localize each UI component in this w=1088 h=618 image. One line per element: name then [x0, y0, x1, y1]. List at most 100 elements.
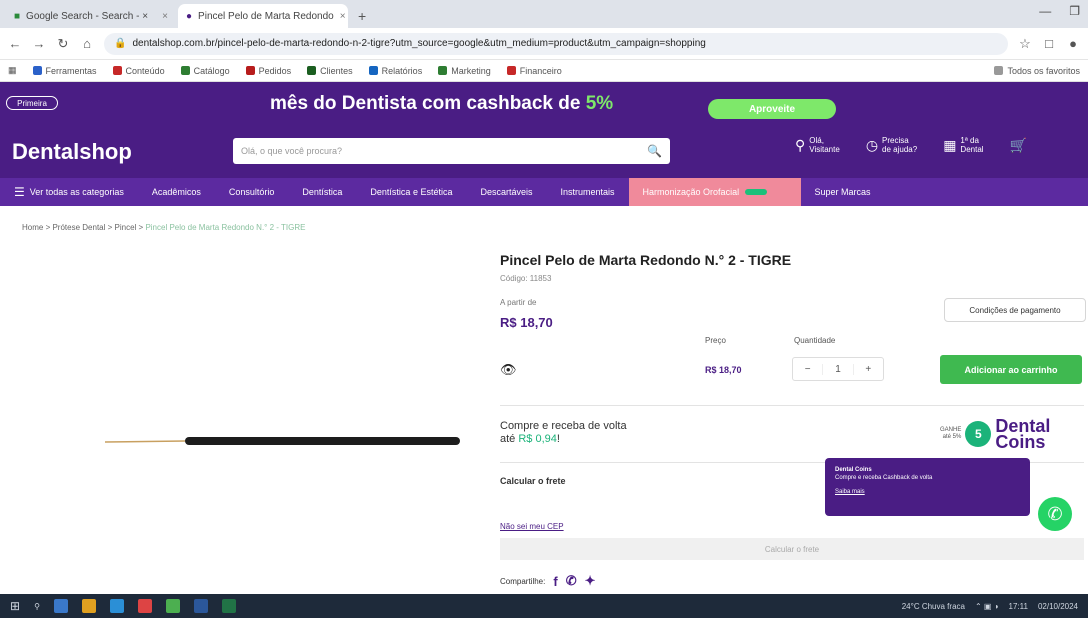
- address-input[interactable]: 🔒 dentalshop.com.br/pincel-pelo-de-marta…: [104, 32, 1008, 55]
- apps-icon[interactable]: ▦: [8, 65, 17, 76]
- menu-icon: ☰: [14, 185, 25, 199]
- cashback-line2: até: [500, 433, 516, 445]
- new-tab-button[interactable]: +: [350, 4, 374, 28]
- clock-time[interactable]: 17:11: [1009, 602, 1028, 611]
- bookmark-item[interactable]: Pedidos: [245, 66, 291, 76]
- dental-coins-popup[interactable]: Dental Coins Compre e receba Cashback de…: [825, 458, 1030, 516]
- coins-word2: Coins: [995, 432, 1046, 452]
- calculate-shipping-button[interactable]: Calcular o frete: [500, 538, 1084, 560]
- help-line1: Precisa: [882, 136, 909, 145]
- network-icon[interactable]: ⌃ ▣ ◑: [975, 602, 999, 611]
- bookmarks-bar: ▦ Ferramentas Conteúdo Catálogo Pedidos …: [0, 60, 1088, 82]
- promo-cta-button[interactable]: Aproveite: [708, 99, 836, 119]
- whatsapp-float-icon[interactable]: ✆: [1038, 497, 1072, 531]
- bookmark-item[interactable]: Financeiro: [506, 65, 562, 76]
- browser-tab-active[interactable]: ● Pincel Pelo de Marta Redondo ×: [178, 4, 348, 28]
- category-nav: ☰ Ver todas as categorias Acadêmicos Cons…: [0, 178, 1088, 206]
- weather-widget[interactable]: 24°C Chuva fraca: [902, 602, 965, 611]
- browser-tab[interactable]: ■ Google Search - Search - × ×: [6, 4, 176, 28]
- quantity-value[interactable]: 1: [822, 363, 854, 375]
- twitter-icon[interactable]: ✦: [585, 573, 596, 589]
- divider: [500, 405, 1084, 406]
- all-bookmarks[interactable]: Todos os favoritos: [994, 66, 1080, 76]
- home-icon[interactable]: ⌂: [80, 36, 94, 51]
- lock-icon: 🔒: [114, 38, 127, 49]
- minimize-icon[interactable]: —: [1039, 4, 1051, 18]
- edge-icon[interactable]: [109, 599, 124, 613]
- whatsapp-share-icon[interactable]: ✆: [566, 573, 577, 589]
- payment-conditions-button[interactable]: Condições de pagamento: [944, 298, 1086, 322]
- cart-link[interactable]: 🛒: [1010, 136, 1027, 154]
- promo-percent: 5%: [585, 93, 614, 114]
- coins-caption-line1: GANHE: [940, 427, 962, 433]
- breadcrumb: Home > Prótese Dental > Pincel > Pincel …: [22, 223, 306, 232]
- search-icon[interactable]: 🔍: [647, 144, 662, 158]
- cashback-info: Compre e receba de volta até R$ 0,94!: [500, 420, 627, 445]
- search-placeholder: Olá, o que você procura?: [241, 146, 343, 156]
- category-item[interactable]: Consultório: [215, 178, 289, 206]
- app-icon[interactable]: [137, 599, 152, 613]
- taskview-icon[interactable]: [53, 599, 68, 613]
- quantity-stepper[interactable]: − 1 +: [792, 357, 884, 381]
- cep-link[interactable]: Não sei meu CEP: [500, 522, 564, 531]
- breadcrumb-link[interactable]: Prótese Dental: [52, 223, 105, 232]
- windows-start-icon[interactable]: ⊞: [10, 599, 20, 613]
- facebook-icon[interactable]: f: [553, 574, 557, 589]
- from-label: A partir de: [500, 298, 537, 307]
- explorer-icon[interactable]: [81, 599, 96, 613]
- product-price: R$ 18,70: [500, 315, 553, 330]
- search-input[interactable]: Olá, o que você procura? 🔍: [233, 138, 670, 164]
- close-tab-icon[interactable]: ×: [340, 11, 346, 22]
- store-link[interactable]: ▦ 1ª da Dental: [943, 136, 983, 154]
- word-icon[interactable]: [193, 599, 208, 613]
- reload-icon[interactable]: ↻: [56, 36, 70, 52]
- account-line2: Visitante: [809, 145, 840, 154]
- share-label: Compartilhe:: [500, 576, 546, 586]
- bookmark-item[interactable]: Relatórios: [368, 66, 422, 76]
- eye-icon[interactable]: 👁: [500, 362, 517, 378]
- search-icon[interactable]: ⚲: [34, 602, 40, 611]
- bookmark-item[interactable]: Conteúdo: [112, 66, 165, 76]
- header-actions: ⚲ Olá, Visitante ◷ Precisa de ajuda? ▦ 1ª …: [795, 136, 1027, 154]
- category-item[interactable]: Descartáveis: [466, 178, 546, 206]
- excel-icon[interactable]: [221, 599, 236, 613]
- bookmark-label: Todos os favoritos: [1007, 65, 1080, 76]
- category-all[interactable]: ☰ Ver todas as categorias: [0, 178, 138, 206]
- breadcrumb-link[interactable]: Home: [22, 223, 43, 232]
- category-item[interactable]: Instrumentais: [547, 178, 629, 206]
- bookmark-item[interactable]: Marketing: [438, 66, 491, 76]
- product-image[interactable]: [105, 434, 460, 448]
- category-item-highlight[interactable]: Harmonização Orofacial: [628, 178, 801, 206]
- close-tab-icon[interactable]: ×: [162, 11, 168, 22]
- coins-caption-line2: até 5%: [942, 434, 962, 440]
- profile-icon[interactable]: ●: [1066, 36, 1080, 51]
- clock-date[interactable]: 02/10/2024: [1038, 602, 1078, 611]
- promo-banner[interactable]: Primeira mês do Dentista com cashback de…: [0, 82, 1088, 126]
- bookmark-label: Marketing: [451, 65, 491, 76]
- help-link[interactable]: ◷ Precisa de ajuda?: [866, 136, 917, 154]
- help-line2: de ajuda?: [882, 145, 918, 154]
- chrome-icon[interactable]: [165, 599, 180, 613]
- decrement-button[interactable]: −: [793, 364, 822, 375]
- bookmark-label: Financeiro: [519, 65, 562, 76]
- category-item[interactable]: Super Marcas: [801, 178, 885, 206]
- forward-icon[interactable]: →: [32, 36, 46, 51]
- breadcrumb-link[interactable]: Pincel: [115, 223, 137, 232]
- category-item[interactable]: Acadêmicos: [138, 178, 215, 206]
- coins-wordmark: Dental Coins: [995, 417, 1050, 452]
- site-logo[interactable]: Dentalshop: [12, 139, 232, 165]
- bookmark-item[interactable]: Ferramentas: [32, 66, 97, 76]
- account-link[interactable]: ⚲ Olá, Visitante: [795, 136, 840, 154]
- category-label: Super Marcas: [814, 187, 871, 197]
- increment-button[interactable]: +: [854, 364, 883, 375]
- maximize-icon[interactable]: ❐: [1069, 4, 1080, 18]
- back-icon[interactable]: ←: [8, 36, 22, 51]
- extensions-icon[interactable]: □: [1042, 36, 1056, 51]
- bookmark-item[interactable]: Clientes: [307, 66, 353, 76]
- add-to-cart-button[interactable]: Adicionar ao carrinho: [940, 355, 1082, 384]
- category-item[interactable]: Dentística e Estética: [356, 178, 466, 206]
- popup-link[interactable]: Saiba mais: [835, 488, 1020, 496]
- star-icon[interactable]: ☆: [1018, 36, 1032, 52]
- bookmark-item[interactable]: Catálogo: [180, 66, 230, 76]
- category-item[interactable]: Dentística: [288, 178, 356, 206]
